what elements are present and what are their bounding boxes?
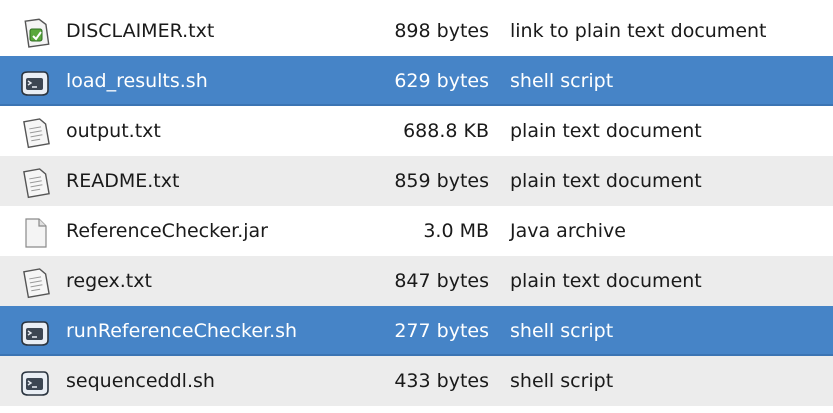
- file-type: plain text document: [510, 270, 702, 292]
- generic-file-icon: [18, 216, 52, 250]
- file-size: 3.0 MB: [423, 220, 489, 242]
- file-row[interactable]: README.txt 859 bytes plain text document: [0, 156, 833, 206]
- file-name: DISCLAIMER.txt: [66, 20, 215, 42]
- file-size: 847 bytes: [394, 270, 489, 292]
- file-name: ReferenceChecker.jar: [66, 220, 268, 242]
- file-size: 629 bytes: [394, 70, 489, 92]
- file-list: DISCLAIMER.txt 898 bytes link to plain t…: [0, 0, 833, 413]
- file-row[interactable]: sequenceddl.sh 433 bytes shell script: [0, 356, 833, 406]
- file-row[interactable]: ReferenceChecker.jar 3.0 MB Java archive: [0, 206, 833, 256]
- file-type: plain text document: [510, 120, 702, 142]
- shell-script-icon: [18, 66, 52, 100]
- file-name: regex.txt: [66, 270, 152, 292]
- file-type: shell script: [510, 370, 614, 392]
- file-size: 898 bytes: [394, 20, 489, 42]
- shell-script-icon: [18, 366, 52, 400]
- file-size: 859 bytes: [394, 170, 489, 192]
- file-name: sequenceddl.sh: [66, 370, 215, 392]
- file-type: shell script: [510, 320, 614, 342]
- file-size: 433 bytes: [394, 370, 489, 392]
- file-size: 688.8 KB: [403, 120, 489, 142]
- file-type: link to plain text document: [510, 20, 767, 42]
- file-type: shell script: [510, 70, 614, 92]
- file-row-selected[interactable]: runReferenceChecker.sh 277 bytes shell s…: [0, 306, 833, 356]
- text-document-icon: [18, 116, 52, 150]
- text-document-icon: [18, 166, 52, 200]
- shell-script-icon: [18, 316, 52, 350]
- file-type: Java archive: [510, 220, 626, 242]
- file-name: runReferenceChecker.sh: [66, 320, 298, 342]
- file-name: README.txt: [66, 170, 180, 192]
- file-name: output.txt: [66, 120, 161, 142]
- file-type: plain text document: [510, 170, 702, 192]
- text-document-icon: [18, 266, 52, 300]
- file-name: load_results.sh: [66, 70, 208, 92]
- file-row[interactable]: output.txt 688.8 KB plain text document: [0, 106, 833, 156]
- file-size: 277 bytes: [394, 320, 489, 342]
- text-link-icon: [18, 16, 52, 50]
- file-row[interactable]: regex.txt 847 bytes plain text document: [0, 256, 833, 306]
- file-row-selected[interactable]: load_results.sh 629 bytes shell script: [0, 56, 833, 106]
- file-row[interactable]: DISCLAIMER.txt 898 bytes link to plain t…: [0, 6, 833, 56]
